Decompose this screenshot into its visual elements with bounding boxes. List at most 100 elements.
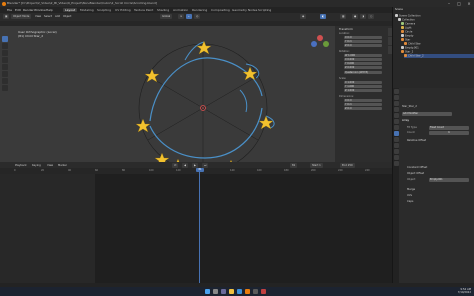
relative-offset-toggle[interactable]: Relative Offset: [407, 139, 426, 143]
object-menu[interactable]: Object: [61, 14, 73, 19]
menu-window[interactable]: Window: [34, 8, 46, 12]
add-modifier-dropdown[interactable]: Add Modifier: [402, 112, 452, 116]
constant-offset-toggle[interactable]: Constant Offset: [407, 166, 427, 170]
xray-icon[interactable]: ▦: [340, 14, 347, 19]
caps-toggle[interactable]: Caps: [407, 200, 413, 204]
rotation-z-field[interactable]: Z 0.000: [344, 66, 382, 69]
location-y-field[interactable]: Y 0 m: [344, 40, 382, 43]
location-z-field[interactable]: Z 0 m: [344, 44, 382, 47]
outliner-row-selected[interactable]: Child Star_2: [404, 54, 474, 58]
dimensions-y-field[interactable]: Y 0 m: [344, 103, 382, 106]
blender-taskbar-icon[interactable]: [245, 289, 250, 294]
world-tab-icon[interactable]: [393, 119, 399, 124]
tick-label: 100: [149, 169, 154, 172]
modifier-tab-icon[interactable]: [393, 131, 399, 136]
search-icon[interactable]: [213, 289, 218, 294]
tab-uv-editing[interactable]: UV Editing: [113, 8, 133, 12]
timeline-area[interactable]: [0, 174, 392, 283]
rotation-y-field[interactable]: Y 0.000: [344, 62, 382, 65]
uvs-toggle[interactable]: UVs: [407, 194, 412, 198]
proportional-edit-icon[interactable]: ◎: [194, 14, 201, 19]
rotation-w-field[interactable]: W 1.000: [344, 54, 382, 57]
file-explorer-icon[interactable]: [229, 289, 234, 294]
keying-menu[interactable]: Keying: [30, 163, 43, 168]
physics-tab-icon[interactable]: [393, 143, 399, 148]
rotation-x-field[interactable]: X 0.000: [344, 58, 382, 61]
transform-header[interactable]: Transform: [339, 27, 353, 31]
browser-icon[interactable]: [237, 289, 242, 294]
view-layer-tab-icon[interactable]: [393, 107, 399, 112]
tab-sculpting[interactable]: Sculpting: [95, 8, 113, 12]
menu-help[interactable]: Help: [46, 8, 53, 12]
tab-texture-paint[interactable]: Texture Paint: [132, 8, 155, 12]
render-tab-icon[interactable]: [393, 95, 399, 100]
scale-x-field[interactable]: X 1.000: [344, 81, 382, 84]
tab-layout[interactable]: Layout: [63, 8, 78, 12]
jump-start-icon[interactable]: ⏮: [172, 162, 179, 168]
tab-scripting[interactable]: Scripting: [256, 8, 273, 12]
object-offset-toggle[interactable]: Object Offset: [407, 172, 424, 176]
tab-animation[interactable]: Animation: [171, 8, 190, 12]
menu-file[interactable]: File: [7, 8, 12, 12]
app-icon[interactable]: [261, 289, 266, 294]
minimize-icon[interactable]: –: [444, 0, 454, 7]
timeline-view-menu[interactable]: View: [45, 163, 55, 168]
tick-label: 60: [95, 169, 99, 172]
fit-type-dropdown[interactable]: Fixed Count: [429, 126, 469, 130]
scale-y-field[interactable]: Y 1.000: [344, 85, 382, 88]
start-icon[interactable]: [205, 289, 210, 294]
dimensions-z-field[interactable]: Z 0 m: [344, 107, 382, 110]
app-icon[interactable]: [253, 289, 258, 294]
orientation-dropdown[interactable]: Global: [160, 14, 173, 19]
rendered-shading-icon[interactable]: ○: [368, 14, 375, 19]
object-tab-icon[interactable]: [393, 125, 399, 130]
overlays-icon[interactable]: ◐: [320, 14, 327, 19]
play-reverse-icon[interactable]: ◀: [182, 162, 188, 168]
maximize-icon[interactable]: □: [454, 0, 464, 7]
pivot-icon[interactable]: ⊙: [178, 14, 185, 19]
material-shading-icon[interactable]: ◑: [360, 14, 367, 19]
system-clock[interactable]: 9:54 AM 7/10/2022: [458, 288, 471, 295]
menu-render[interactable]: Render: [23, 8, 34, 12]
object-label: Object: [407, 178, 416, 181]
merge-toggle[interactable]: Merge: [407, 188, 415, 192]
mode-dropdown[interactable]: Object Mode: [11, 14, 32, 19]
tab-shading[interactable]: Shading: [155, 8, 171, 12]
editor-type-button[interactable]: ▣: [3, 14, 10, 19]
dimensions-x-field[interactable]: X 0 m: [344, 99, 382, 102]
material-tab-icon[interactable]: [393, 161, 399, 166]
viewport-visibility-icon[interactable]: ◉: [300, 14, 307, 19]
current-frame-field[interactable]: 81: [290, 162, 298, 168]
rotation-mode-dropdown[interactable]: Quaternion (WXYZ): [344, 71, 382, 74]
solid-shading-icon[interactable]: ●: [352, 14, 359, 19]
playhead[interactable]: [199, 168, 200, 283]
constraints-tab-icon[interactable]: [393, 149, 399, 154]
offset-object-field[interactable]: Empty.001: [429, 178, 469, 182]
play-icon[interactable]: ▶: [192, 162, 198, 168]
tab-modeling[interactable]: Modeling: [78, 8, 96, 12]
start-frame-field[interactable]: Start 1: [310, 162, 323, 168]
location-x-field[interactable]: X 0 m: [344, 36, 382, 39]
count-field[interactable]: 6: [429, 131, 469, 135]
jump-end-icon[interactable]: ⏭: [202, 162, 209, 168]
modifier-name[interactable]: Array: [402, 119, 409, 123]
tool-tab-icon[interactable]: [393, 89, 399, 94]
playhead-frame-label[interactable]: 81: [196, 168, 204, 172]
playback-menu[interactable]: Playback: [13, 163, 29, 168]
3d-viewport[interactable]: User Orthographic (Local) (81) Child Sta…: [0, 26, 335, 162]
particles-tab-icon[interactable]: [393, 137, 399, 142]
snap-icon[interactable]: ⌁: [186, 14, 192, 19]
tab-rendering[interactable]: Rendering: [190, 8, 209, 12]
menu-edit[interactable]: Edit: [15, 8, 21, 12]
marker-menu[interactable]: Marker: [56, 163, 69, 168]
close-icon[interactable]: ×: [464, 0, 474, 7]
tab-compositing[interactable]: Compositing: [209, 8, 232, 12]
scene-label[interactable]: Scene: [395, 8, 403, 11]
end-frame-field[interactable]: End 250: [340, 162, 355, 168]
scale-z-field[interactable]: Z 1.000: [344, 89, 382, 92]
output-tab-icon[interactable]: [393, 101, 399, 106]
scene-tab-icon[interactable]: [393, 113, 399, 118]
task-view-icon[interactable]: [221, 289, 226, 294]
tab-geometry-nodes[interactable]: Geometry Nodes: [230, 8, 259, 12]
data-tab-icon[interactable]: [393, 155, 399, 160]
